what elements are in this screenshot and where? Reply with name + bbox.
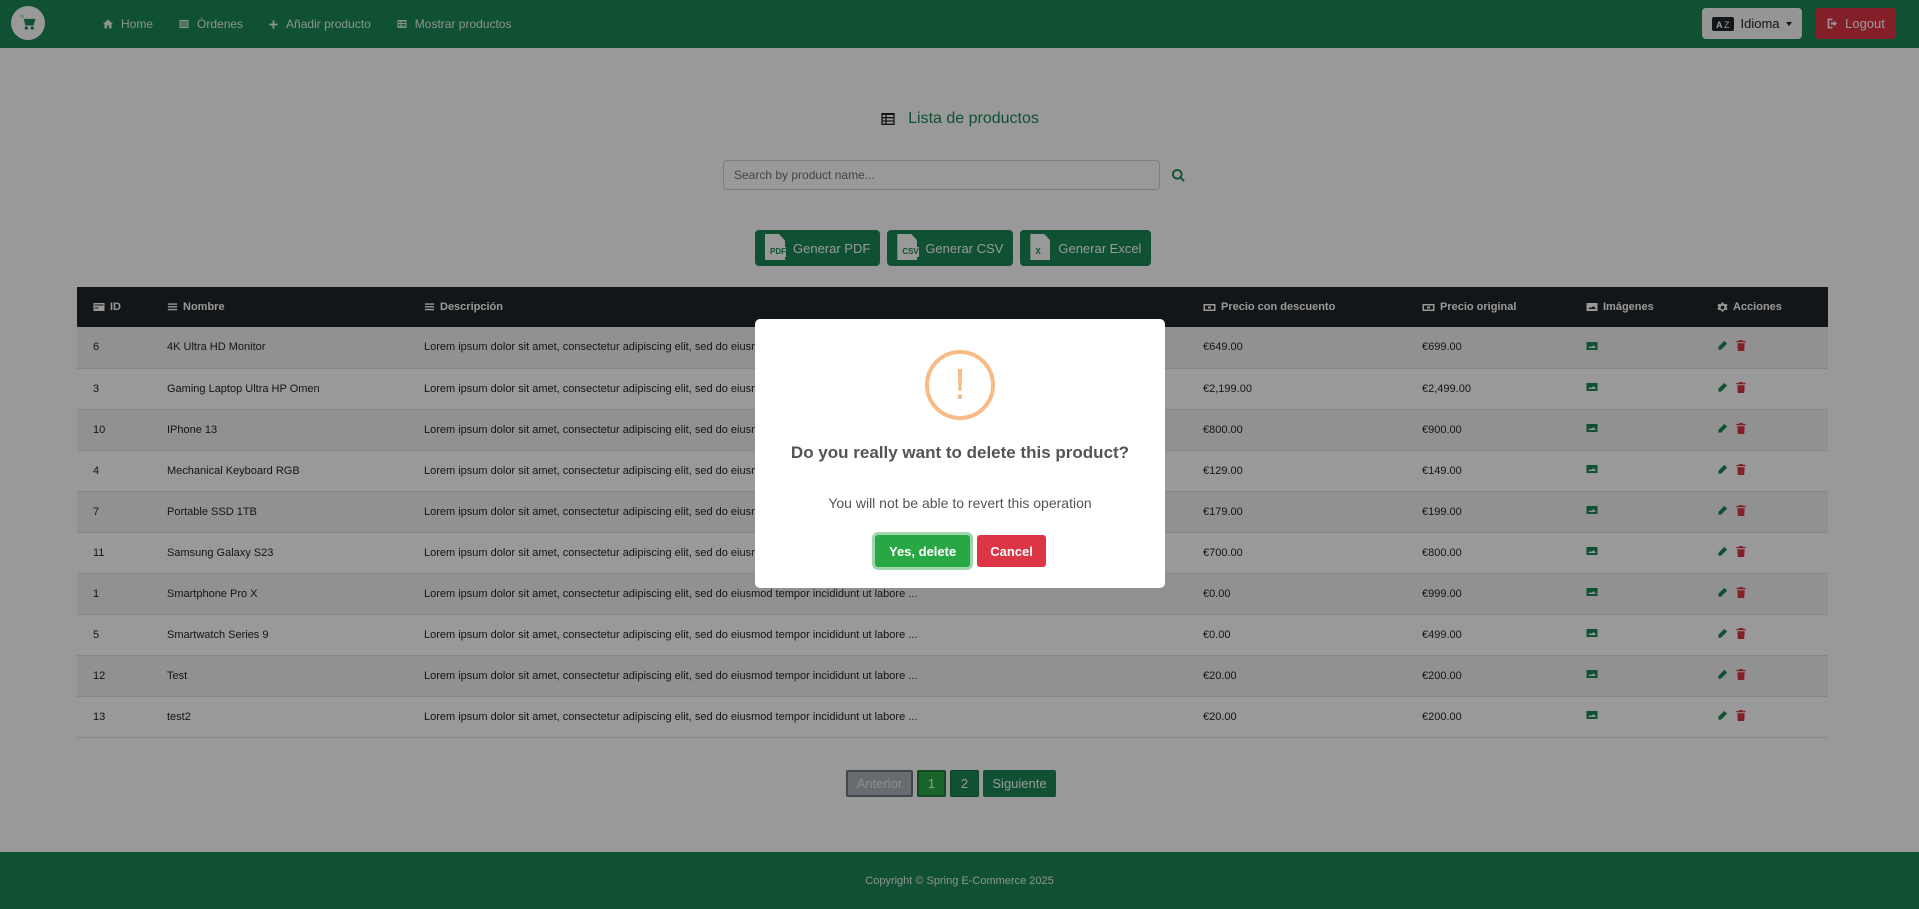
cancel-button[interactable]: Cancel [977,535,1046,567]
dialog-text: You will not be able to revert this oper… [828,495,1092,511]
dialog-title: Do you really want to delete this produc… [790,443,1130,462]
delete-confirm-dialog: ! Do you really want to delete this prod… [755,319,1165,588]
confirm-delete-button[interactable]: Yes, delete [875,535,971,567]
dialog-actions: Yes, delete Cancel [875,535,1046,567]
warning-icon: ! [925,350,995,420]
